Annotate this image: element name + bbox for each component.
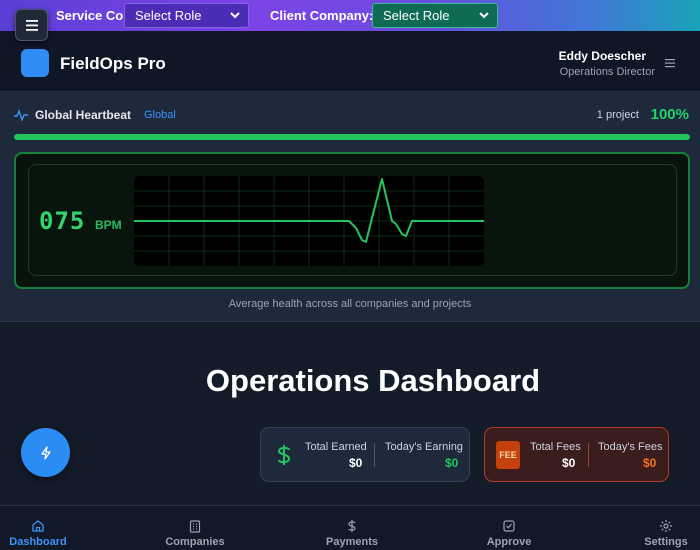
fees-card: FEE Total Fees $0 Today's Fees $0 xyxy=(484,427,669,482)
bolt-icon xyxy=(40,445,51,460)
bpm-value: 075 xyxy=(39,207,86,235)
todays-fees-value: $0 xyxy=(643,456,657,470)
home-icon xyxy=(32,520,44,532)
heartbeat-scope-link[interactable]: Global xyxy=(144,109,176,121)
menu-icon xyxy=(25,19,38,31)
dollar-icon xyxy=(348,520,356,532)
nav-payments[interactable]: Payments xyxy=(307,506,397,550)
project-count: 1 project xyxy=(596,109,639,121)
app-logo xyxy=(21,49,49,77)
todays-earning-label: Today's Earning xyxy=(385,441,463,453)
earnings-card: Total Earned $0 Today's Earning $0 xyxy=(260,427,470,482)
user-menu-icon[interactable] xyxy=(664,57,676,69)
nav-label: Payments xyxy=(326,536,378,548)
health-percent: 100% xyxy=(650,106,689,123)
quick-action-button[interactable] xyxy=(21,428,70,477)
ecg-trace xyxy=(134,176,484,266)
chevron-down-icon xyxy=(479,12,489,19)
user-name: Eddy Doescher xyxy=(558,49,646,63)
client-company-label: Client Company: xyxy=(270,8,374,23)
health-progress-fill xyxy=(14,134,690,140)
client-company-value: Select Role xyxy=(383,8,450,23)
bpm-unit: BPM xyxy=(95,218,122,232)
pulse-icon xyxy=(14,109,28,121)
nav-label: Companies xyxy=(165,536,225,548)
building-icon xyxy=(189,520,201,533)
role-bar: Service Company: Select Role Client Comp… xyxy=(0,0,700,31)
menu-toggle-button[interactable] xyxy=(15,9,48,41)
nav-dashboard[interactable]: Dashboard xyxy=(0,506,83,550)
health-progress-bar xyxy=(14,134,690,140)
service-company-value: Select Role xyxy=(135,8,202,23)
total-earned-label: Total Earned xyxy=(305,441,367,453)
fee-icon: FEE xyxy=(496,441,520,469)
user-role: Operations Director xyxy=(559,66,655,78)
nav-label: Approve xyxy=(486,536,532,548)
check-square-icon xyxy=(503,520,515,532)
total-fees-value: $0 xyxy=(562,456,576,470)
service-company-select[interactable]: Select Role xyxy=(124,3,249,28)
chevron-down-icon xyxy=(230,12,240,19)
nav-settings[interactable]: Settings xyxy=(621,506,700,550)
gear-icon xyxy=(660,520,672,532)
app-header: FieldOps Pro Eddy Doescher Operations Di… xyxy=(0,31,700,92)
todays-earning-value: $0 xyxy=(445,456,459,470)
total-earned-value: $0 xyxy=(349,456,363,470)
total-fees-label: Total Fees xyxy=(530,441,581,453)
heartbeat-title: Global Heartbeat xyxy=(35,108,132,122)
global-heartbeat-panel: Global Heartbeat Global 1 project 100% 0… xyxy=(0,92,700,322)
heartbeat-caption: Average health across all companies and … xyxy=(228,298,472,310)
nav-companies[interactable]: Companies xyxy=(150,506,240,550)
heart-monitor: 075 BPM xyxy=(14,152,690,289)
dollar-icon xyxy=(277,445,291,465)
nav-label: Settings xyxy=(644,536,688,548)
nav-approve[interactable]: Approve xyxy=(464,506,554,550)
brand-name: FieldOps Pro xyxy=(60,54,166,73)
card-divider xyxy=(374,443,375,467)
card-divider xyxy=(588,443,589,467)
page-title: Operations Dashboard xyxy=(205,363,541,398)
heart-monitor-screen: 075 BPM xyxy=(28,164,677,276)
client-company-select[interactable]: Select Role xyxy=(372,3,498,28)
nav-label: Dashboard xyxy=(9,536,67,548)
bottom-nav: Dashboard Companies Payments Approve Set… xyxy=(0,505,700,550)
todays-fees-label: Today's Fees xyxy=(598,441,663,453)
